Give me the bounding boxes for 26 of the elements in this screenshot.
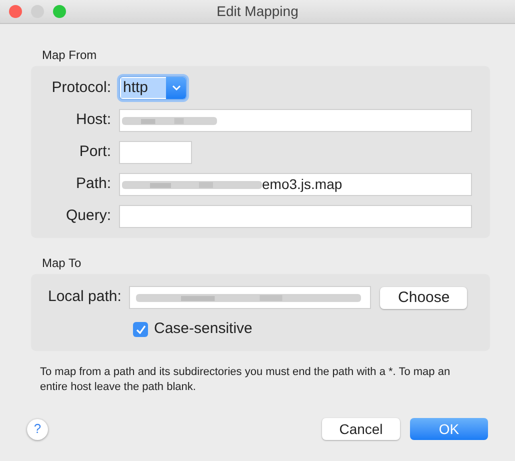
window-title: Edit Mapping <box>216 2 298 21</box>
input-field[interactable] <box>119 109 472 132</box>
help-note: To map from a path and its subdirectories you must end the path with a *. To map an entire host leave the path blank. <box>40 364 452 394</box>
dialog-button[interactable]: Cancel <box>322 418 400 440</box>
minimize-icon[interactable] <box>31 5 44 18</box>
section-title: Map To <box>42 255 82 272</box>
field-label: Query: <box>64 206 111 226</box>
protocol-select[interactable]: http <box>119 76 187 100</box>
chevron-down-icon <box>172 85 180 91</box>
close-icon[interactable] <box>9 5 22 18</box>
field-label: Local path: <box>48 287 122 308</box>
help-button[interactable]: ? <box>27 418 48 440</box>
input-field[interactable]: emo3.js.map <box>119 173 472 196</box>
input-field[interactable] <box>129 286 372 309</box>
zoom-icon[interactable] <box>53 5 66 18</box>
checkmark-icon <box>136 324 146 334</box>
field-label: Port: <box>78 142 111 162</box>
checkbox-label: Case-sensitive <box>154 319 252 339</box>
field-label: Host: <box>74 110 111 130</box>
section-title: Map From <box>42 47 98 64</box>
field-label: Path: <box>74 174 111 194</box>
field-label: Protocol: <box>50 78 111 98</box>
input-field[interactable] <box>119 141 192 164</box>
choose-button[interactable]: Choose <box>380 286 468 308</box>
input-field[interactable] <box>119 205 472 228</box>
checkbox[interactable] <box>133 322 148 337</box>
